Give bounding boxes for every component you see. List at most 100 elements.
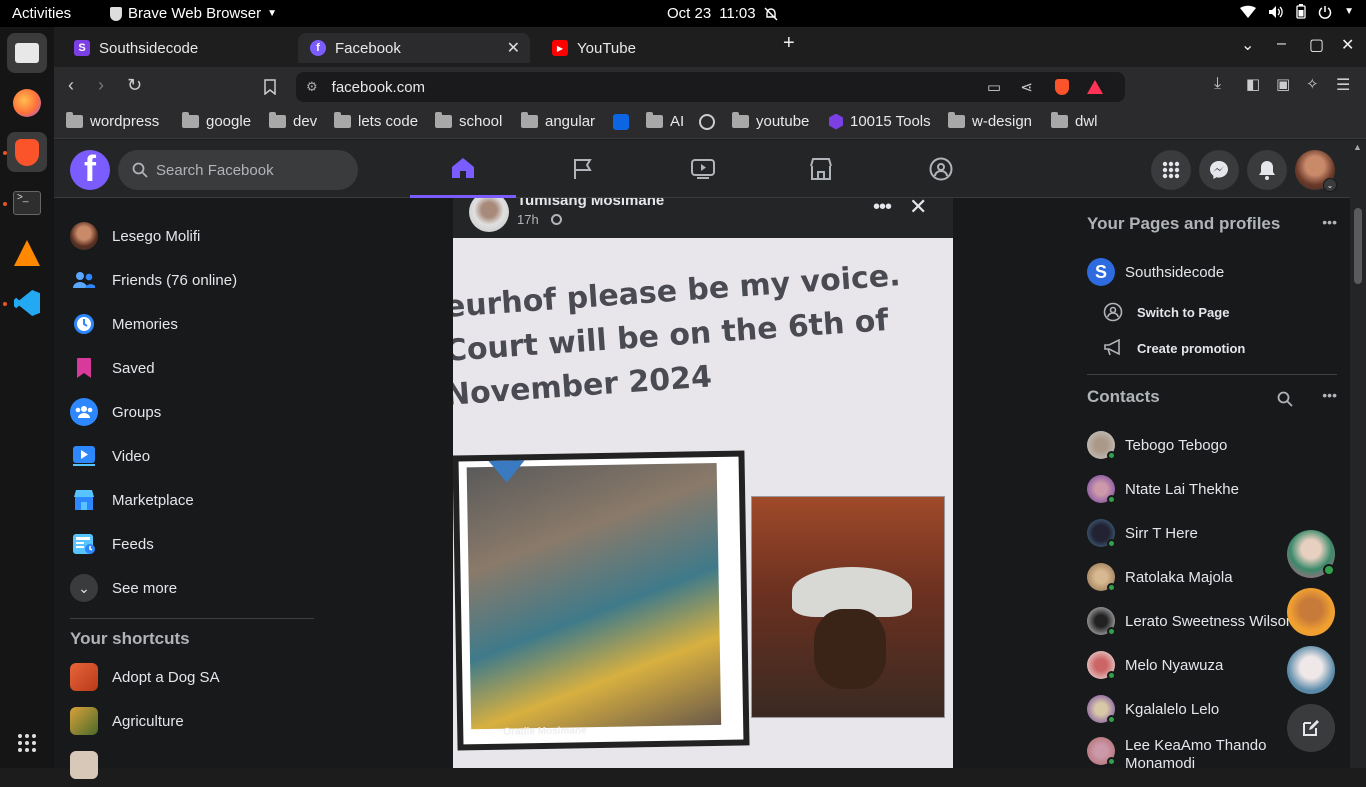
online-indicator <box>1107 715 1116 724</box>
tab-search-chevron-icon[interactable]: ⌄ <box>1241 35 1254 55</box>
nav-groups[interactable] <box>888 140 994 198</box>
sidebar-item-profile[interactable]: Lesego Molifi <box>62 214 322 258</box>
brave-shields-icon[interactable] <box>1055 79 1069 95</box>
bookmark-school[interactable]: school <box>435 112 502 130</box>
sidebar-item-see-more[interactable]: ⌄ See more <box>62 566 322 610</box>
shortcut-agriculture[interactable]: Agriculture <box>62 699 322 743</box>
search-input[interactable]: Search Facebook <box>118 150 358 190</box>
page-scrollbar[interactable]: ▲ <box>1350 140 1366 768</box>
sidebar-icon[interactable]: ◧ <box>1246 75 1260 93</box>
brave-rewards-icon[interactable] <box>1087 80 1103 94</box>
menu-icon[interactable]: ☰ <box>1336 75 1350 95</box>
show-apps-icon[interactable] <box>7 723 47 763</box>
bookmark-dev[interactable]: dev <box>269 112 317 130</box>
vscode-icon[interactable] <box>7 283 47 323</box>
bookmark-dwl[interactable]: dwl <box>1051 112 1098 130</box>
chat-head[interactable] <box>1287 588 1335 636</box>
chevron-down-icon: ⌄ <box>1323 178 1337 192</box>
post-photo[interactable]: eurhof please be my voice. Court will be… <box>453 238 953 768</box>
account-avatar[interactable]: ⌄ <box>1295 150 1337 192</box>
switch-to-page-button[interactable]: Switch to Page <box>1087 294 1337 330</box>
clock[interactable]: Oct 23 11:03 <box>667 5 778 22</box>
window-close-icon[interactable]: ✕ <box>1341 35 1354 55</box>
shortcut-partial[interactable] <box>62 743 322 787</box>
new-tab-icon[interactable]: + <box>783 32 795 55</box>
share-icon[interactable]: ⋖ <box>1020 78 1033 96</box>
activities-button[interactable]: Activities <box>12 5 71 22</box>
wallet-icon[interactable]: ▣ <box>1276 75 1290 93</box>
files-icon[interactable] <box>7 33 47 73</box>
sidebar-item-saved[interactable]: Saved <box>62 346 322 390</box>
brave-icon[interactable] <box>7 132 47 172</box>
chat-head[interactable] <box>1287 646 1335 694</box>
bookmark-icon[interactable] <box>264 79 276 95</box>
contact-item[interactable]: Ntate Lai Thekhe <box>1087 467 1337 511</box>
maximize-icon[interactable]: ▢ <box>1309 35 1324 55</box>
marketplace-icon <box>810 158 832 180</box>
chevron-down-icon: ⌄ <box>70 574 98 602</box>
scroll-up-arrow[interactable]: ▲ <box>1353 142 1362 152</box>
bookmark-angular[interactable]: angular <box>521 112 595 130</box>
folder-icon <box>646 112 663 128</box>
install-app-icon[interactable]: ▭ <box>987 78 1001 96</box>
sidebar-item-marketplace[interactable]: Marketplace <box>62 478 322 522</box>
forward-icon[interactable]: › <box>98 75 104 96</box>
tab-facebook[interactable]: f Facebook ✕ <box>298 33 530 63</box>
nav-pages[interactable] <box>530 140 636 198</box>
search-icon[interactable] <box>1277 391 1293 407</box>
system-tray[interactable]: ▼ <box>1240 4 1354 19</box>
menu-grid-button[interactable] <box>1151 150 1191 190</box>
reload-icon[interactable]: ↻ <box>127 75 142 96</box>
trello-icon[interactable] <box>613 114 629 130</box>
leo-ai-icon[interactable]: ✧ <box>1306 75 1319 93</box>
bookmark-wordpress[interactable]: wordpress <box>66 112 159 130</box>
bookmark-ai[interactable]: AI <box>646 112 684 130</box>
caret-down-icon: ▼ <box>267 8 278 19</box>
close-tab-icon[interactable]: ✕ <box>507 38 520 58</box>
notifications-muted-icon <box>764 7 778 20</box>
nav-marketplace[interactable] <box>768 140 874 198</box>
app-menu[interactable]: Brave Web Browser ▼ <box>110 5 277 22</box>
contact-item[interactable]: Tebogo Tebogo <box>1087 423 1337 467</box>
bookmark-google[interactable]: google <box>182 112 251 130</box>
nav-home[interactable] <box>410 140 516 198</box>
sidebar-item-memories[interactable]: Memories <box>62 302 322 346</box>
firefox-icon[interactable] <box>7 83 47 123</box>
chat-head[interactable] <box>1287 530 1335 578</box>
more-options-icon[interactable]: ••• <box>1322 387 1337 403</box>
scrollbar-thumb[interactable] <box>1354 208 1362 284</box>
globe-icon[interactable] <box>699 114 715 130</box>
more-options-icon[interactable]: ••• <box>1322 214 1337 230</box>
author-avatar[interactable] <box>469 198 509 232</box>
close-icon[interactable]: ✕ <box>909 198 927 220</box>
tab-southsidecode[interactable]: S Southsidecode <box>62 33 296 63</box>
bookmark-10015-tools[interactable]: 10015 Tools <box>829 113 931 130</box>
bookmark-lets-code[interactable]: lets code <box>334 112 418 130</box>
notifications-button[interactable] <box>1247 150 1287 190</box>
minimize-icon[interactable]: – <box>1277 35 1286 53</box>
sidebar-item-video[interactable]: Video <box>62 434 322 478</box>
back-icon[interactable]: ‹ <box>68 75 74 96</box>
sidebar-item-feeds[interactable]: Feeds <box>62 522 322 566</box>
site-info-icon[interactable]: ⚙ <box>306 79 318 95</box>
facebook-logo[interactable]: f <box>70 150 110 190</box>
vlc-icon[interactable] <box>7 233 47 273</box>
more-options-icon[interactable]: ••• <box>873 198 892 219</box>
bookmark-youtube[interactable]: youtube <box>732 112 809 130</box>
sidebar-item-groups[interactable]: Groups <box>62 390 322 434</box>
sidebar-item-friends[interactable]: Friends (76 online) <box>62 258 322 302</box>
nav-video[interactable] <box>650 140 756 198</box>
messenger-button[interactable] <box>1199 150 1239 190</box>
page-southsidecode[interactable]: S Southsidecode <box>1087 250 1337 294</box>
create-promotion-button[interactable]: Create promotion <box>1087 330 1337 366</box>
facebook-page: f Search Facebook ⌄ Lesego Molifi Friend… <box>54 140 1350 779</box>
new-message-button[interactable] <box>1287 704 1335 752</box>
tab-youtube[interactable]: ▶ YouTube <box>540 33 772 63</box>
address-bar[interactable]: ⚙ facebook.com ▭ ⋖ <box>296 72 1125 102</box>
bookmark-w-design[interactable]: w-design <box>948 112 1032 130</box>
shortcut-adopt-a-dog[interactable]: Adopt a Dog SA <box>62 655 322 699</box>
post-time[interactable]: 17h <box>517 212 539 227</box>
author-name[interactable]: Tumisang Mosimane <box>517 198 664 209</box>
downloads-icon[interactable]: ⤓ <box>1214 75 1221 93</box>
terminal-icon[interactable]: >_ <box>7 183 47 223</box>
